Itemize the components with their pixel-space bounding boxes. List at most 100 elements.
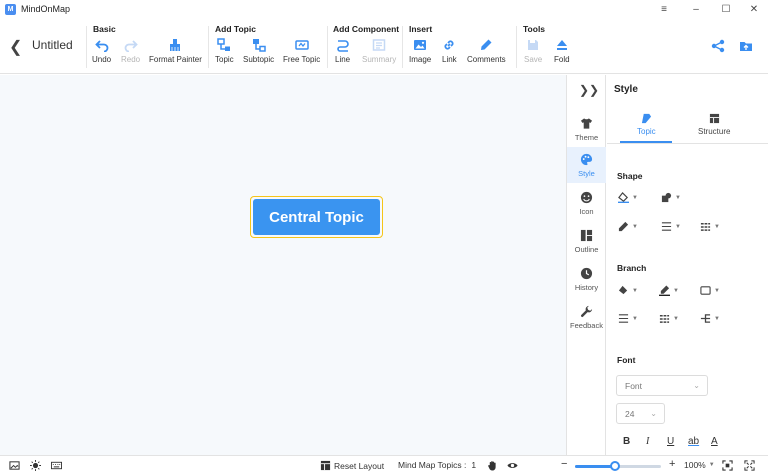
close-icon[interactable]: ✕ xyxy=(740,0,768,18)
keyboard-icon xyxy=(51,461,62,470)
branch-style-control[interactable]: ▼ xyxy=(659,313,679,324)
branch-connector-control[interactable]: ▼ xyxy=(700,313,720,324)
rectangle-icon xyxy=(700,286,711,295)
shirt-icon xyxy=(580,117,593,129)
font-family-select[interactable]: Font ⌄ xyxy=(616,375,708,396)
line-icon xyxy=(336,40,349,52)
free-topic-button[interactable]: Free Topic xyxy=(283,38,320,64)
chevron-down-icon: ▼ xyxy=(714,315,720,322)
fit-screen-icon xyxy=(722,460,733,471)
mindmap-canvas[interactable]: Central Topic xyxy=(0,75,566,455)
chevron-down-icon: ▼ xyxy=(673,287,679,294)
toolbar-divider xyxy=(402,26,403,68)
zoom-in-button[interactable]: + xyxy=(669,458,675,470)
minimize-icon[interactable]: – xyxy=(682,0,710,18)
topic-button[interactable]: Topic xyxy=(215,38,234,64)
zoom-out-button[interactable]: − xyxy=(561,458,567,470)
sidebar-item-theme[interactable]: Theme xyxy=(567,111,606,147)
sidebar-item-feedback[interactable]: Feedback xyxy=(567,299,606,335)
group-title-tools: Tools xyxy=(523,24,546,34)
image-button[interactable]: Image xyxy=(409,38,431,64)
link-button[interactable]: Link xyxy=(442,38,457,64)
back-arrow-icon[interactable]: ❮ xyxy=(9,37,22,57)
zoom-level[interactable]: 100% ▼ xyxy=(684,460,715,470)
italic-button[interactable]: I xyxy=(646,436,649,447)
undo-button[interactable]: Undo xyxy=(92,38,111,64)
hamburger-menu-icon[interactable]: ≡ xyxy=(650,0,678,18)
undo-label: Undo xyxy=(92,55,112,64)
smiley-icon xyxy=(580,191,593,203)
fullscreen-button[interactable] xyxy=(744,460,755,471)
export-button[interactable] xyxy=(739,39,753,55)
sidebar-item-outline[interactable]: Outline xyxy=(567,223,606,259)
structure-icon xyxy=(709,113,719,124)
border-color-control[interactable]: ▼ xyxy=(618,221,638,232)
shape-type-control[interactable]: ▼ xyxy=(661,192,681,203)
keyboard-button[interactable] xyxy=(51,460,62,471)
font-color-button[interactable]: A xyxy=(711,436,718,447)
strikethrough-button[interactable]: ab xyxy=(688,436,699,447)
zoom-slider-handle[interactable] xyxy=(610,461,621,471)
fit-screen-button[interactable] xyxy=(722,460,733,471)
line-button[interactable]: Line xyxy=(335,38,350,64)
fold-button[interactable]: Fold xyxy=(554,38,570,64)
zoom-slider[interactable] xyxy=(575,461,661,471)
sidebar-item-history[interactable]: History xyxy=(567,261,606,297)
clock-icon xyxy=(580,267,593,279)
group-title-add-component: Add Component xyxy=(333,24,400,34)
shape-icon xyxy=(661,192,672,203)
branch-width-control[interactable]: ▼ xyxy=(618,313,638,324)
sidebar-item-style[interactable]: Style xyxy=(567,147,606,183)
subtopic-button[interactable]: Subtopic xyxy=(243,38,274,64)
document-title[interactable]: Untitled xyxy=(32,38,73,52)
redo-button[interactable]: Redo xyxy=(121,38,140,64)
central-topic-node[interactable]: Central Topic xyxy=(250,196,383,238)
section-branch: Branch xyxy=(617,263,647,273)
format-painter-button[interactable]: Format Painter xyxy=(149,38,202,64)
picture-icon xyxy=(9,461,20,470)
save-button[interactable]: Save xyxy=(524,38,542,64)
panel-divider xyxy=(607,143,768,144)
save-icon xyxy=(528,40,539,50)
pan-mode-button[interactable] xyxy=(487,460,498,471)
title-bar: M MindOnMap ≡ – ☐ ✕ xyxy=(0,0,768,18)
sidebar-history-label: History xyxy=(574,282,599,292)
section-font: Font xyxy=(617,355,636,365)
image-view-button[interactable] xyxy=(9,460,20,471)
branch-shape-control[interactable]: ▼ xyxy=(700,285,720,296)
group-title-add-topic: Add Topic xyxy=(215,24,256,34)
fill-bucket-icon xyxy=(618,192,629,203)
share-button[interactable] xyxy=(711,39,725,55)
summary-button[interactable]: Summary xyxy=(362,38,396,64)
branch-color-control[interactable]: ▼ xyxy=(659,285,679,296)
underline-button[interactable]: U xyxy=(667,436,674,447)
font-size-select[interactable]: 24 ⌄ xyxy=(616,403,665,424)
topic-style-icon xyxy=(641,113,651,124)
format-painter-label: Format Painter xyxy=(149,55,202,64)
tab-topic[interactable]: Topic xyxy=(637,113,656,136)
toolbar: ❮ Untitled Basic Undo Redo Format Painte… xyxy=(0,18,768,74)
chevron-down-icon: ⌄ xyxy=(693,381,700,390)
fill-bucket-icon xyxy=(618,285,628,295)
maximize-icon[interactable]: ☐ xyxy=(712,0,740,18)
free-topic-label: Free Topic xyxy=(283,55,321,64)
branch-fill-control[interactable]: ▼ xyxy=(618,285,638,296)
chevron-down-icon: ▼ xyxy=(714,287,720,294)
comments-button[interactable]: Comments xyxy=(467,38,506,64)
sidebar-item-icon[interactable]: Icon xyxy=(567,185,606,221)
zoom-level-value: 100% xyxy=(684,460,706,470)
bold-button[interactable]: B xyxy=(623,436,630,447)
sidebar-theme-label: Theme xyxy=(574,132,599,142)
topic-count-label: Mind Map Topics : xyxy=(398,460,467,470)
outline-icon xyxy=(580,229,593,241)
collapse-panel-icon[interactable]: ❯❯ xyxy=(579,83,599,97)
theme-toggle-button[interactable] xyxy=(30,460,41,471)
font-size-value: 24 xyxy=(625,408,635,419)
reset-layout-button[interactable]: Reset Layout xyxy=(320,460,384,471)
shape-fill-control[interactable]: ▼ xyxy=(618,192,638,203)
border-style-control[interactable]: ▼ xyxy=(700,221,720,232)
preview-button[interactable] xyxy=(507,460,518,471)
toolbar-divider xyxy=(516,26,517,68)
tab-structure[interactable]: Structure xyxy=(698,113,730,136)
border-width-control[interactable]: ▼ xyxy=(661,221,681,232)
